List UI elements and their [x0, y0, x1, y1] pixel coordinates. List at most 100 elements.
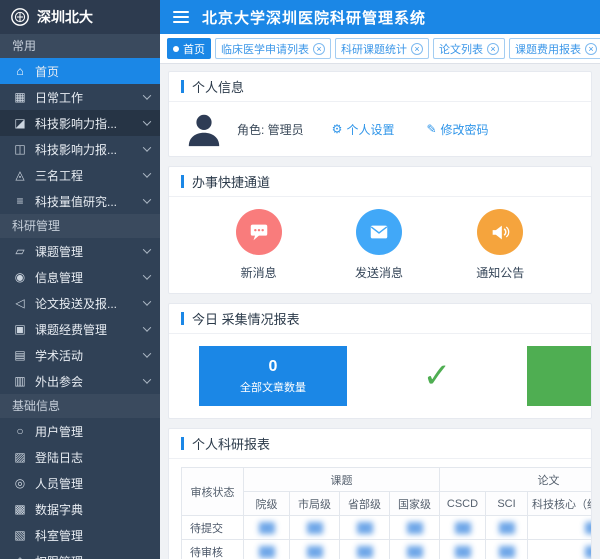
- sidebar-item[interactable]: ▤学术活动: [0, 342, 160, 368]
- message-icon: [236, 209, 282, 255]
- blurred-value: [259, 546, 275, 558]
- chevron-down-icon: [143, 245, 151, 253]
- sidebar-item[interactable]: ◎ 人员管理: [0, 470, 160, 496]
- close-icon[interactable]: ×: [487, 43, 499, 55]
- content-area: 个人信息 角色: 管理员 ⚙ 个人设置 ✎ 修改密码: [160, 64, 600, 559]
- close-icon[interactable]: ×: [585, 43, 597, 55]
- close-icon[interactable]: ×: [411, 43, 423, 55]
- topic-icon: ▱: [13, 244, 27, 258]
- sidebar-item[interactable]: ◬三名工程: [0, 162, 160, 188]
- edit-icon: ✎: [426, 122, 436, 136]
- sidebar-item[interactable]: ▥外出参会: [0, 368, 160, 394]
- blurred-value: [357, 546, 373, 558]
- tab-bar: 首页临床医学申请列表×科研课题统计×论文列表×课题费用报表×用户列表×: [160, 34, 600, 64]
- tab[interactable]: 论文列表×: [433, 38, 505, 59]
- check-icon: ✓: [423, 356, 452, 396]
- value-cell[interactable]: [290, 516, 340, 540]
- close-icon[interactable]: ×: [313, 43, 325, 55]
- research-report-panel: 个人科研报表 审核状态课题论文院级市局级省部级国家级CSCDSCI科技核心（统计…: [168, 428, 592, 559]
- sidebar-item-label: 课题管理: [35, 243, 136, 260]
- dict-icon: ▩: [13, 502, 27, 516]
- send-message-shortcut[interactable]: 发送消息: [355, 209, 403, 281]
- app-logo: 深圳北大: [0, 0, 160, 34]
- table-row: 待审核: [182, 540, 592, 559]
- sidebar-item[interactable]: ▱ 课题管理: [0, 238, 160, 264]
- blurred-value: [357, 522, 373, 534]
- sidebar-item[interactable]: ◉ 信息管理: [0, 264, 160, 290]
- value-cell[interactable]: [340, 516, 390, 540]
- sidebar-item-label: 信息管理: [35, 269, 136, 286]
- avatar: [185, 110, 223, 148]
- log-icon: ▨: [13, 450, 27, 464]
- sidebar-item-label: 登陆日志: [35, 449, 150, 466]
- row-label: 待审核: [182, 540, 244, 559]
- people-icon: ◎: [13, 476, 27, 490]
- page-title: 北京大学深圳医院科研管理系统: [202, 7, 426, 28]
- announcement-shortcut[interactable]: 通知公告: [476, 209, 524, 281]
- mail-icon: [356, 209, 402, 255]
- sidebar-item-label: 学术活动: [35, 347, 136, 364]
- sidebar-item[interactable]: ▣课题经费管理: [0, 316, 160, 342]
- tab[interactable]: 课题费用报表×: [509, 38, 600, 59]
- tab-label: 科研课题统计: [341, 41, 407, 57]
- value-cell[interactable]: [528, 516, 592, 540]
- panel-title: 个人科研报表: [192, 434, 270, 453]
- value-cell[interactable]: [390, 516, 440, 540]
- logo-text: 深圳北大: [37, 7, 93, 27]
- tab[interactable]: 首页: [167, 38, 211, 59]
- dept-icon: ▧: [13, 528, 27, 542]
- article-count-tile[interactable]: 0 全部文章数量: [199, 346, 347, 406]
- check-tile[interactable]: ✓: [363, 346, 511, 406]
- panel-header: 个人科研报表: [169, 429, 591, 459]
- stat-value: 0: [269, 358, 278, 376]
- chevron-down-icon: [143, 91, 151, 99]
- value-cell[interactable]: [486, 540, 528, 559]
- panel-title: 个人信息: [192, 77, 244, 96]
- chevron-down-icon: [143, 271, 151, 279]
- report-table-wrap: 审核状态课题论文院级市局级省部级国家级CSCDSCI科技核心（统计源）期刊待提交…: [169, 459, 591, 559]
- menu-toggle-button[interactable]: [160, 0, 202, 34]
- sidebar-item[interactable]: ○用户管理: [0, 418, 160, 444]
- perm-icon: ◈: [13, 554, 27, 559]
- sidebar-item-label: 科技影响力报...: [35, 141, 136, 158]
- info-icon: ◉: [13, 270, 27, 284]
- sidebar-item[interactable]: ▩ 数据字典: [0, 496, 160, 522]
- value-cell[interactable]: [440, 540, 486, 559]
- value-cell[interactable]: [340, 540, 390, 559]
- sidebar: 常用⌂首页▦日常工作◪科技影响力指...◫科技影响力报...◬三名工程≡科技量值…: [0, 34, 160, 559]
- sidebar-item-label: 数据字典: [35, 501, 150, 518]
- value-cell[interactable]: [486, 516, 528, 540]
- personal-settings-link[interactable]: ⚙ 个人设置: [332, 121, 395, 138]
- tab[interactable]: 科研课题统计 ×: [335, 38, 429, 59]
- sidebar-item-label: 人员管理: [35, 475, 150, 492]
- today-report-body: 0 全部文章数量 ✓ ✓: [169, 334, 591, 418]
- check-tile-green[interactable]: ✓: [527, 346, 591, 406]
- value-cell[interactable]: [244, 516, 290, 540]
- sidebar-section-label: 基础信息: [0, 394, 160, 418]
- sidebar-item[interactable]: ≡科技量值研究...: [0, 188, 160, 214]
- sidebar-item[interactable]: ◪科技影响力指...: [0, 110, 160, 136]
- value-cell[interactable]: [390, 540, 440, 559]
- blurred-value: [307, 546, 323, 558]
- group-header: 论文: [440, 468, 592, 492]
- paper-icon: ◁: [13, 296, 27, 310]
- value-cell[interactable]: [244, 540, 290, 559]
- stat-label: 全部文章数量: [240, 379, 306, 395]
- sidebar-item[interactable]: ◁论文投送及报...: [0, 290, 160, 316]
- sidebar-item[interactable]: ▦日常工作: [0, 84, 160, 110]
- sidebar-item[interactable]: ▧科室管理: [0, 522, 160, 548]
- sidebar-item-label: 课题经费管理: [35, 321, 136, 338]
- user-role-label: 角色: 管理员: [237, 121, 304, 138]
- change-password-link[interactable]: ✎ 修改密码: [426, 121, 488, 138]
- value-cell[interactable]: [440, 516, 486, 540]
- sidebar-item[interactable]: ◫科技影响力报...: [0, 136, 160, 162]
- sidebar-item[interactable]: ◈权限管理: [0, 548, 160, 559]
- tab[interactable]: 临床医学申请列表×: [215, 38, 331, 59]
- col-header: SCI: [486, 492, 528, 516]
- sidebar-item-label: 日常工作: [35, 89, 136, 106]
- new-message-shortcut[interactable]: 新消息: [236, 209, 282, 281]
- sidebar-item[interactable]: ▨ 登陆日志: [0, 444, 160, 470]
- value-cell[interactable]: [528, 540, 592, 559]
- sidebar-item[interactable]: ⌂首页: [0, 58, 160, 84]
- value-cell[interactable]: [290, 540, 340, 559]
